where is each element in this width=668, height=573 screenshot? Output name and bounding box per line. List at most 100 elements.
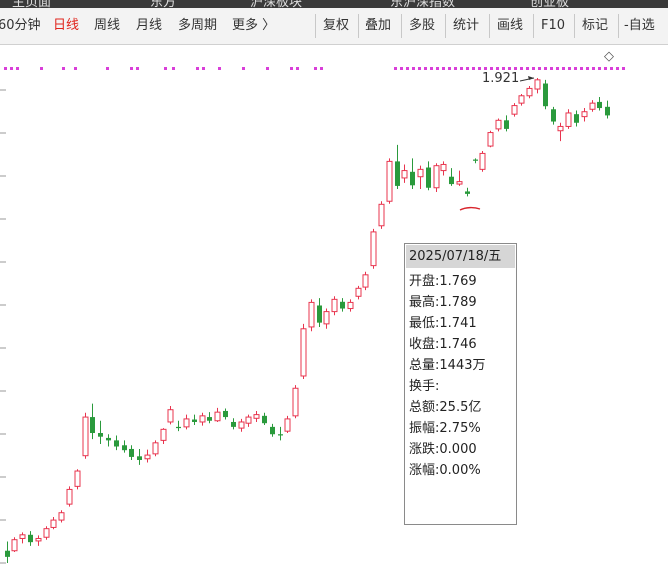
candle bbox=[82, 412, 89, 459]
signal-marker bbox=[478, 67, 481, 70]
candle bbox=[456, 170, 463, 186]
signal-marker bbox=[314, 67, 317, 70]
candle bbox=[231, 418, 236, 430]
candle bbox=[518, 93, 525, 106]
tooltip-row: 总量:1443万 bbox=[409, 358, 486, 373]
signal-marker bbox=[616, 67, 619, 70]
signal-marker bbox=[442, 67, 445, 70]
signal-marker bbox=[412, 67, 415, 70]
signal-marker bbox=[496, 67, 499, 70]
signal-marker bbox=[400, 67, 403, 70]
diamond-icon[interactable]: ◇ bbox=[604, 50, 614, 64]
multi-stock-button[interactable]: 多股 bbox=[409, 8, 435, 44]
candle bbox=[300, 323, 307, 380]
candle bbox=[473, 158, 478, 164]
candle bbox=[308, 299, 315, 332]
tooltip-date: 2025/07/18/五 bbox=[406, 245, 515, 268]
signal-marker bbox=[172, 67, 175, 70]
mark-button[interactable]: 标记 bbox=[582, 8, 608, 44]
period-more[interactable]: 更多 〉 bbox=[232, 8, 275, 44]
candle bbox=[98, 420, 103, 445]
period-monthly[interactable]: 月线 bbox=[136, 8, 162, 44]
tooltip-row: 振幅:2.75% bbox=[409, 421, 481, 436]
self-select-button[interactable]: -自选 bbox=[624, 8, 655, 44]
signal-marker bbox=[430, 67, 433, 70]
top-tab[interactable]: 东沪深指数 bbox=[390, 0, 455, 8]
candle bbox=[589, 100, 596, 112]
signal-marker bbox=[550, 67, 553, 70]
candle bbox=[183, 414, 190, 430]
signal-marker bbox=[532, 67, 535, 70]
candle bbox=[417, 165, 424, 189]
toolbar-divider bbox=[489, 14, 490, 38]
signal-marker bbox=[514, 67, 517, 70]
candle bbox=[253, 410, 260, 422]
candle bbox=[129, 445, 134, 460]
signal-marker bbox=[610, 67, 613, 70]
candle bbox=[378, 201, 385, 229]
signal-marker bbox=[40, 67, 43, 70]
overlay-button[interactable]: 叠加 bbox=[365, 8, 391, 44]
adjust-button[interactable]: 复权 bbox=[323, 8, 349, 44]
signal-marker bbox=[466, 67, 469, 70]
candle bbox=[340, 298, 345, 312]
tooltip-row: 最高:1.789 bbox=[409, 295, 477, 310]
period-multi[interactable]: 多周期 bbox=[178, 8, 217, 44]
candle bbox=[90, 403, 95, 440]
draw-line-button[interactable]: 画线 bbox=[497, 8, 523, 44]
candle bbox=[74, 469, 81, 490]
candle bbox=[176, 420, 181, 432]
candle bbox=[207, 412, 212, 424]
candle bbox=[5, 541, 10, 563]
candle bbox=[28, 531, 33, 546]
signal-marker bbox=[296, 67, 299, 70]
f10-button[interactable]: F10 bbox=[541, 8, 565, 44]
candle bbox=[581, 108, 588, 122]
signal-marker bbox=[526, 67, 529, 70]
signal-marker bbox=[164, 67, 167, 70]
candle bbox=[43, 526, 50, 540]
tooltip-row: 最低:1.741 bbox=[409, 316, 477, 331]
signal-marker bbox=[586, 67, 589, 70]
signal-marker bbox=[538, 67, 541, 70]
candle bbox=[534, 78, 541, 94]
top-tab[interactable]: 主页面 bbox=[12, 0, 51, 8]
kline-chart[interactable]: ◇ 1.921 2025/07/18/五 开盘:1.769 最高:1.789 最… bbox=[0, 45, 668, 573]
signal-marker bbox=[448, 67, 451, 70]
signal-marker bbox=[16, 67, 19, 70]
candle bbox=[50, 517, 57, 530]
candle bbox=[270, 423, 275, 437]
top-tab[interactable]: 沪深板块 bbox=[250, 0, 302, 8]
statistics-button[interactable]: 统计 bbox=[453, 8, 479, 44]
candle bbox=[526, 85, 533, 99]
candle bbox=[401, 164, 408, 183]
toolbar-divider bbox=[315, 14, 316, 38]
candlestick-plot[interactable] bbox=[0, 45, 668, 573]
chart-toolbar: 60分钟 日线 周线 月线 多周期 更多 〉 复权 叠加 多股 统计 画线 F1… bbox=[0, 8, 668, 45]
candle bbox=[355, 285, 362, 300]
candle bbox=[278, 426, 283, 441]
toolbar-divider bbox=[574, 14, 575, 38]
toolbar-divider bbox=[445, 14, 446, 38]
signal-marker bbox=[484, 67, 487, 70]
ohlc-tooltip: 2025/07/18/五 开盘:1.769 最高:1.789 最低:1.741 … bbox=[404, 243, 517, 525]
candle bbox=[292, 385, 299, 419]
signal-marker bbox=[502, 67, 505, 70]
candle bbox=[214, 407, 221, 422]
toolbar-divider bbox=[618, 14, 619, 38]
candle bbox=[122, 440, 127, 453]
top-tab[interactable]: 东方 bbox=[150, 0, 176, 8]
period-daily[interactable]: 日线 bbox=[53, 8, 79, 44]
candle bbox=[386, 158, 393, 204]
top-tab[interactable]: 创业板 bbox=[530, 0, 569, 8]
tooltip-row: 收盘:1.746 bbox=[409, 337, 477, 352]
period-60min[interactable]: 60分钟 bbox=[0, 8, 41, 44]
candle bbox=[347, 299, 354, 312]
tooltip-row: 开盘:1.769 bbox=[409, 274, 477, 289]
period-weekly[interactable]: 周线 bbox=[94, 8, 120, 44]
signal-marker bbox=[544, 67, 547, 70]
peak-price-label: 1.921 bbox=[482, 71, 520, 86]
signal-marker bbox=[574, 67, 577, 70]
candle bbox=[410, 158, 415, 189]
candle bbox=[565, 109, 572, 129]
